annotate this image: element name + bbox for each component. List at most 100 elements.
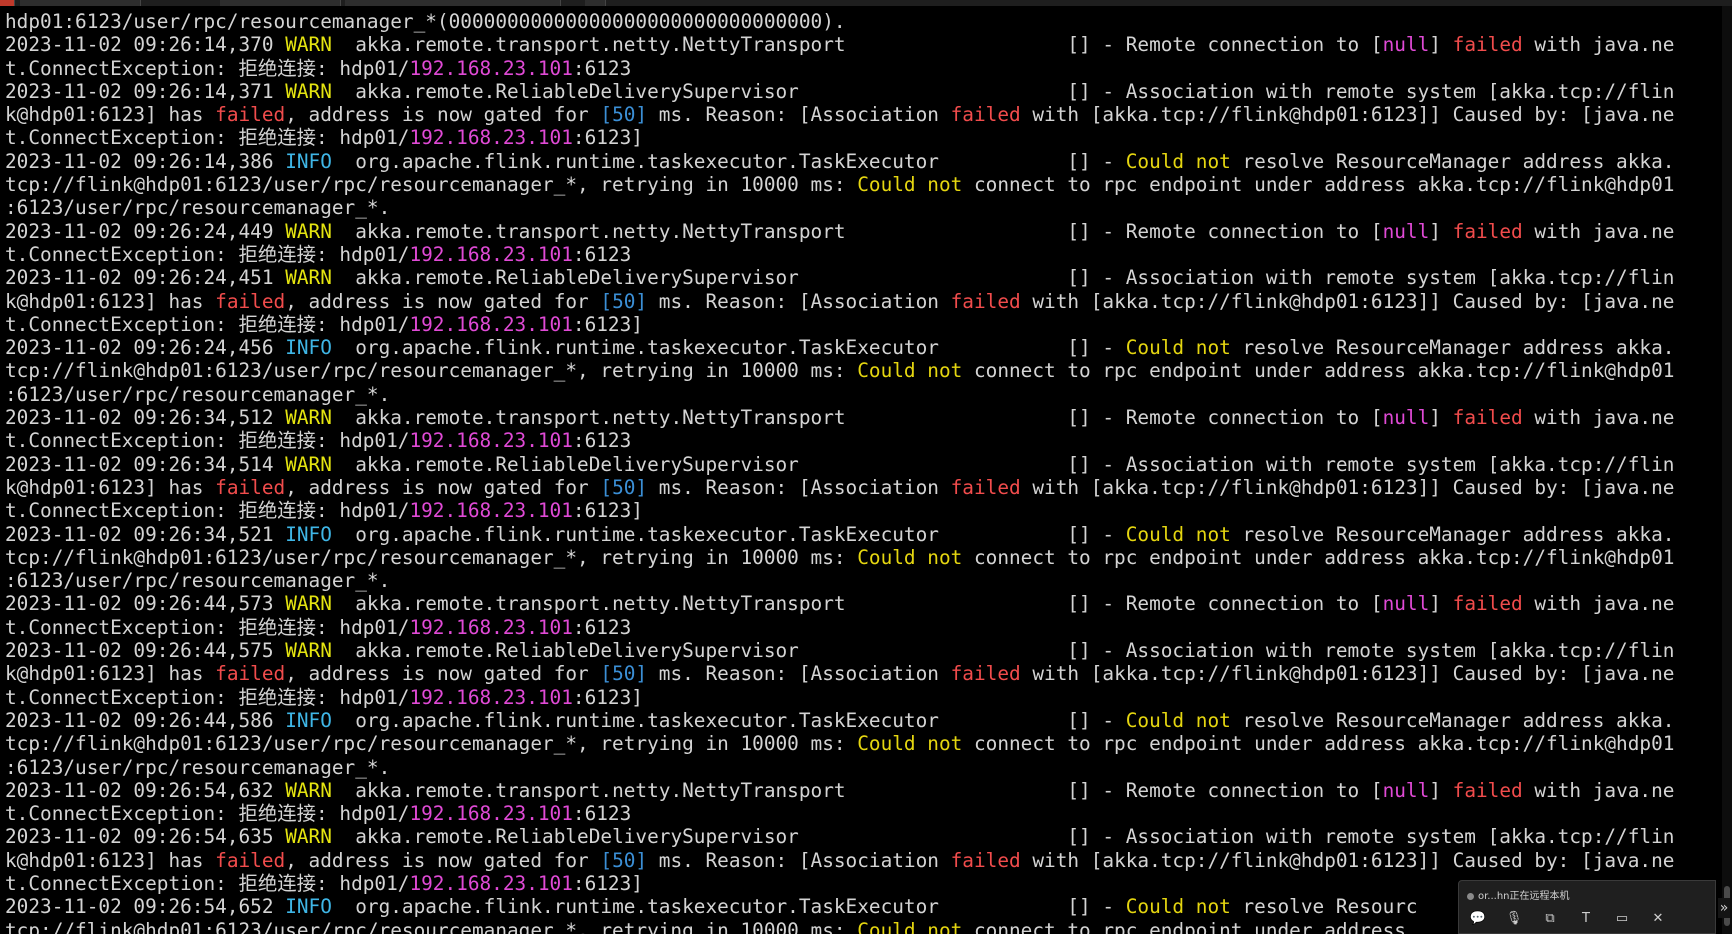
log-level-warn: WARN bbox=[285, 33, 332, 57]
log-text: ] bbox=[1429, 778, 1453, 802]
log-text: 拒绝连接 bbox=[238, 429, 317, 453]
log-text: akka.remote.transport.netty.NettyTranspo… bbox=[331, 33, 1383, 57]
log-text: :6123] bbox=[572, 685, 643, 709]
log-text: null bbox=[1382, 592, 1430, 616]
close-circle-icon[interactable]: ✕ bbox=[1647, 908, 1669, 928]
log-text: akka.remote.transport.netty.NettyTranspo… bbox=[331, 592, 1383, 616]
log-text: tcp://flink@hdp01:6123/user/rpc/resource… bbox=[5, 359, 858, 383]
log-text: 192.168.23.101 bbox=[409, 685, 573, 709]
remote-control-panel: or...hn正在远程本机 💬 🎙 ⧉ T ▭ ✕ bbox=[1458, 880, 1716, 934]
tab-item[interactable] bbox=[585, 0, 606, 6]
log-line: t.ConnectException: 拒绝连接: hdp01/192.168.… bbox=[5, 686, 1719, 709]
log-level-info: INFO bbox=[285, 522, 332, 546]
log-text: failed bbox=[950, 475, 1021, 499]
log-level-info: INFO bbox=[285, 708, 332, 732]
log-text: 2023-11-02 09:26:14,371 bbox=[5, 79, 286, 103]
log-text: : hdp01/ bbox=[316, 499, 410, 523]
log-text: failed bbox=[215, 475, 286, 499]
text-box-icon[interactable]: T bbox=[1575, 908, 1597, 928]
log-text: , address is now gated for bbox=[285, 475, 601, 499]
log-text: 2023-11-02 09:26:44,573 bbox=[5, 592, 286, 616]
log-level-warn: WARN bbox=[285, 778, 332, 802]
log-text: :6123/user/rpc/resourcemanager_*. bbox=[5, 196, 391, 220]
log-text: akka.remote.ReliableDeliverySupervisor [… bbox=[331, 452, 1675, 476]
log-text: 2023-11-02 09:26:54,635 bbox=[5, 825, 286, 849]
log-line: 2023-11-02 09:26:44,575 WARN akka.remote… bbox=[5, 639, 1719, 662]
log-text: akka.remote.ReliableDeliverySupervisor [… bbox=[331, 825, 1675, 849]
log-text: 2023-11-02 09:26:14,386 bbox=[5, 149, 286, 173]
log-text: with java.ne bbox=[1522, 406, 1675, 430]
tab-strip bbox=[0, 0, 1732, 6]
log-text: 192.168.23.101 bbox=[409, 615, 573, 639]
log-text: [50] bbox=[600, 662, 648, 686]
tab-item[interactable] bbox=[0, 0, 15, 6]
screen-share-icon[interactable]: ⧉ bbox=[1539, 908, 1561, 928]
log-text: k@hdp01:6123] has bbox=[5, 103, 216, 127]
log-text: ] bbox=[1429, 219, 1453, 243]
log-text: [50] bbox=[600, 475, 648, 499]
log-text: connect to rpc endpoint under address bbox=[962, 918, 1406, 934]
log-text: org.apache.flink.runtime.taskexecutor.Ta… bbox=[331, 522, 1126, 546]
tab-item[interactable] bbox=[20, 0, 141, 6]
log-text: failed bbox=[1452, 592, 1523, 616]
log-text: t.ConnectException: bbox=[5, 429, 239, 453]
terminal-output[interactable]: hdp01:6123/user/rpc/resourcemanager_*(00… bbox=[5, 10, 1719, 934]
log-text: akka.remote.ReliableDeliverySupervisor [… bbox=[331, 266, 1675, 290]
log-line: 2023-11-02 09:26:14,386 INFO org.apache.… bbox=[5, 150, 1719, 173]
log-text: 拒绝连接 bbox=[238, 312, 317, 336]
log-text: 2023-11-02 09:26:34,514 bbox=[5, 452, 286, 476]
log-line: t.ConnectException: 拒绝连接: hdp01/192.168.… bbox=[5, 243, 1719, 266]
log-text: 拒绝连接 bbox=[238, 615, 317, 639]
log-text: :6123] bbox=[572, 126, 643, 150]
log-text: 2023-11-02 09:26:44,586 bbox=[5, 708, 286, 732]
log-line: k@hdp01:6123] has failed, address is now… bbox=[5, 662, 1719, 685]
log-text: 2023-11-02 09:26:44,575 bbox=[5, 639, 286, 663]
log-text: with java.ne bbox=[1522, 33, 1675, 57]
log-line: :6123/user/rpc/resourcemanager_*. bbox=[5, 196, 1719, 219]
log-text: : hdp01/ bbox=[316, 685, 410, 709]
vertical-scrollbar[interactable] bbox=[1722, 6, 1732, 934]
log-text: akka.remote.transport.netty.NettyTranspo… bbox=[331, 406, 1383, 430]
log-text: [50] bbox=[600, 289, 648, 313]
log-text: with java.ne bbox=[1522, 219, 1675, 243]
log-text: org.apache.flink.runtime.taskexecutor.Ta… bbox=[331, 895, 1126, 919]
log-text: : hdp01/ bbox=[316, 126, 410, 150]
log-text: t.ConnectException: bbox=[5, 242, 239, 266]
folder-transfer-icon[interactable]: ▭ bbox=[1611, 908, 1633, 928]
microphone-icon[interactable]: 🎙 bbox=[1503, 908, 1525, 928]
log-line: 2023-11-02 09:26:54,632 WARN akka.remote… bbox=[5, 779, 1719, 802]
log-line: t.ConnectException: 拒绝连接: hdp01/192.168.… bbox=[5, 429, 1719, 452]
log-text: : hdp01/ bbox=[316, 312, 410, 336]
log-text: 拒绝连接 bbox=[238, 871, 317, 895]
chat-icon[interactable]: 💬 bbox=[1467, 908, 1489, 928]
log-line: :6123/user/rpc/resourcemanager_*. bbox=[5, 756, 1719, 779]
collapse-panel-icon[interactable]: » bbox=[1718, 898, 1730, 918]
log-text: Could not bbox=[1125, 522, 1231, 546]
log-level-info: INFO bbox=[285, 149, 332, 173]
log-text: k@hdp01:6123] has bbox=[5, 848, 216, 872]
log-text: Could not bbox=[1125, 895, 1231, 919]
log-level-info: INFO bbox=[285, 895, 332, 919]
log-line: t.ConnectException: 拒绝连接: hdp01/192.168.… bbox=[5, 313, 1719, 336]
user-status-icon bbox=[1467, 892, 1474, 900]
log-text: connect to rpc endpoint under address ak… bbox=[962, 545, 1675, 569]
log-text: 192.168.23.101 bbox=[409, 242, 573, 266]
log-line: k@hdp01:6123] has failed, address is now… bbox=[5, 290, 1719, 313]
log-line: 2023-11-02 09:26:24,449 WARN akka.remote… bbox=[5, 220, 1719, 243]
log-text: akka.remote.ReliableDeliverySupervisor [… bbox=[331, 639, 1675, 663]
log-text: akka.remote.transport.netty.NettyTranspo… bbox=[331, 778, 1383, 802]
log-text: org.apache.flink.runtime.taskexecutor.Ta… bbox=[331, 708, 1126, 732]
log-text: t.ConnectException: bbox=[5, 56, 239, 80]
log-text: [50] bbox=[600, 103, 648, 127]
log-text: t.ConnectException: bbox=[5, 615, 239, 639]
tab-item[interactable] bbox=[220, 0, 341, 6]
tab-item[interactable] bbox=[440, 0, 561, 6]
log-text: 2023-11-02 09:26:14,370 bbox=[5, 33, 286, 57]
log-text: with java.ne bbox=[1522, 778, 1675, 802]
log-text: :6123 bbox=[572, 615, 632, 639]
log-text: :6123 bbox=[572, 429, 632, 453]
log-text: failed bbox=[1452, 778, 1523, 802]
log-line: 2023-11-02 09:26:54,635 WARN akka.remote… bbox=[5, 825, 1719, 848]
log-text: k@hdp01:6123] has bbox=[5, 475, 216, 499]
log-line: 2023-11-02 09:26:34,512 WARN akka.remote… bbox=[5, 406, 1719, 429]
